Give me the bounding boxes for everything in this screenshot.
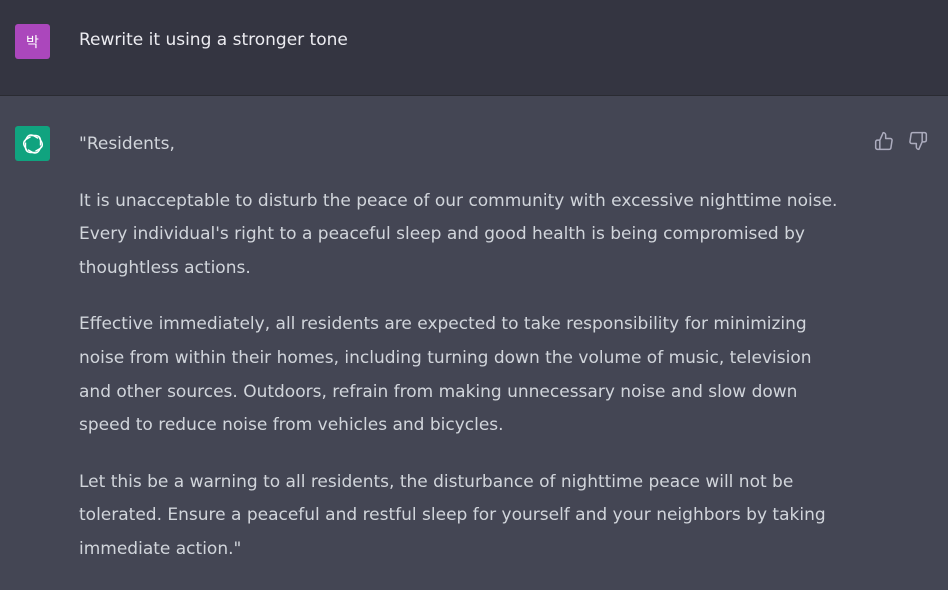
thumbs-down-button[interactable] <box>906 129 930 153</box>
user-message-row: 박 Rewrite it using a stronger tone <box>0 0 948 96</box>
assistant-paragraph: "Residents, <box>79 134 175 154</box>
user-message-text: Rewrite it using a stronger tone <box>79 30 348 50</box>
openai-logo-icon <box>22 133 43 154</box>
assistant-paragraph: It is unacceptable to disturb the peace … <box>79 190 838 278</box>
assistant-message-text: "Residents, It is unacceptable to distur… <box>79 128 869 590</box>
assistant-avatar <box>15 126 50 161</box>
user-avatar: 박 <box>15 24 50 59</box>
assistant-message-row: "Residents, It is unacceptable to distur… <box>0 96 948 590</box>
thumbs-up-icon <box>874 131 893 151</box>
assistant-paragraph: Let this be a warning to all residents, … <box>79 471 826 559</box>
thumbs-down-icon <box>909 131 928 151</box>
assistant-paragraph: Effective immediately, all residents are… <box>79 314 812 436</box>
thumbs-up-button[interactable] <box>872 129 896 153</box>
